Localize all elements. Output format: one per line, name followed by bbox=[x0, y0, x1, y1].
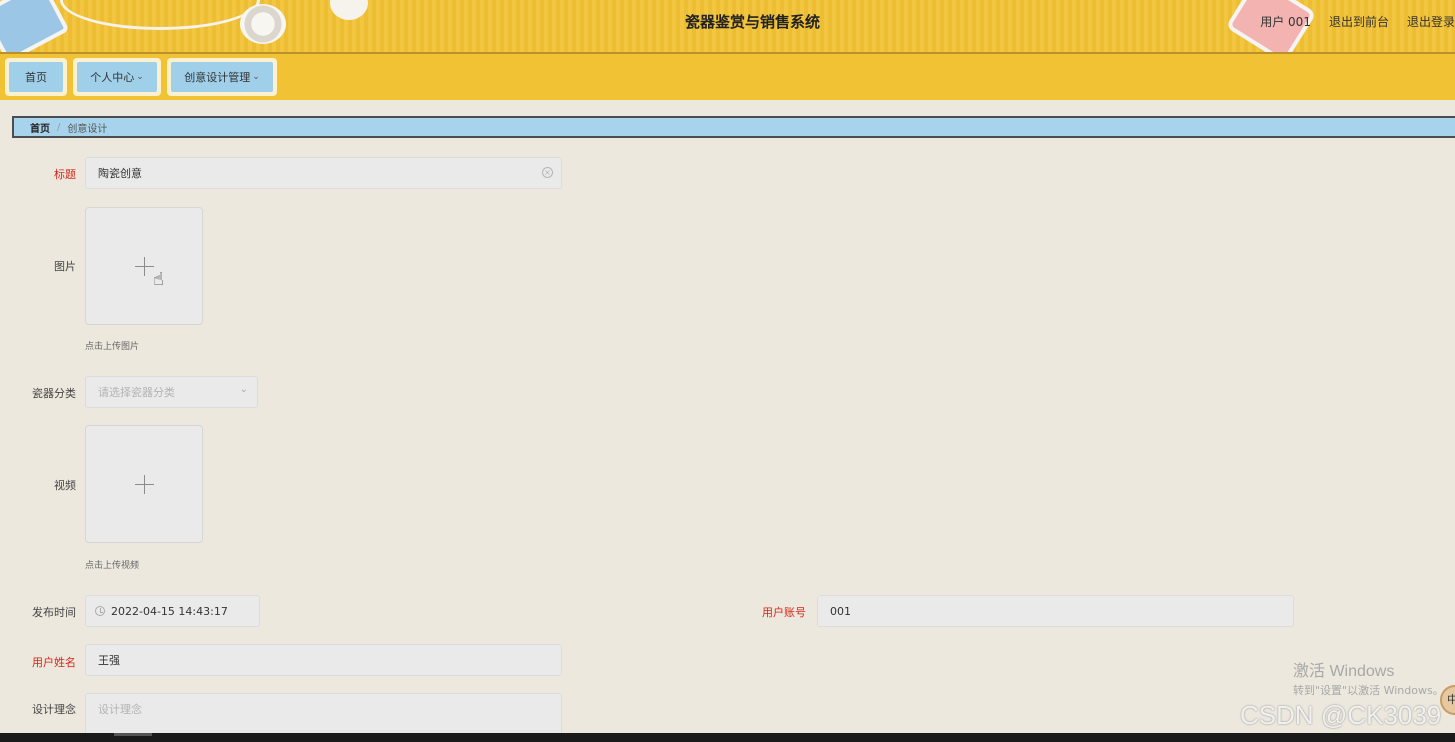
scrollbar-thumb[interactable] bbox=[114, 733, 152, 736]
publish-time-value: 2022-04-15 14:43:17 bbox=[111, 604, 228, 618]
category-label: 瓷器分类 bbox=[32, 387, 76, 400]
windows-activation-title: 激活 Windows bbox=[1293, 663, 1395, 680]
video-upload-tip: 点击上传视频 bbox=[85, 561, 140, 571]
windows-activation-subtitle: 转到"设置"以激活 Windows。 bbox=[1293, 684, 1444, 697]
site-title: 瓷器鉴赏与销售系统 bbox=[684, 13, 820, 31]
video-label: 视频 bbox=[54, 479, 76, 492]
breadcrumb-home[interactable]: 首页 bbox=[30, 120, 50, 135]
clear-icon[interactable]: × bbox=[542, 167, 553, 178]
category-select[interactable]: 请选择瓷器分类 ⌄ bbox=[85, 376, 258, 408]
nav-item-design-management[interactable]: 创意设计管理 ⌄ bbox=[167, 58, 277, 96]
hand-cursor-icon: ☝ bbox=[153, 269, 164, 290]
user-account-value: 001 bbox=[830, 604, 851, 618]
design-concept-label: 设计理念 bbox=[32, 703, 76, 716]
design-concept-textarea[interactable]: 设计理念 bbox=[85, 693, 562, 735]
title-value: 陶瓷创意 bbox=[98, 167, 142, 180]
user-name-label: 用户姓名 bbox=[32, 656, 76, 669]
chevron-down-icon: ⌄ bbox=[239, 384, 248, 395]
title-input[interactable]: 陶瓷创意 × bbox=[85, 157, 562, 189]
publish-time-label: 发布时间 bbox=[32, 606, 76, 619]
chevron-down-icon: ⌄ bbox=[252, 72, 260, 82]
csdn-watermark: CSDN @CK3039 bbox=[1240, 700, 1442, 730]
image-upload-button[interactable]: ☝ bbox=[85, 207, 203, 325]
nav-item-label: 首页 bbox=[25, 71, 47, 84]
category-placeholder: 请选择瓷器分类 bbox=[98, 386, 175, 399]
user-name-value: 王强 bbox=[98, 654, 120, 667]
nav-item-home[interactable]: 首页 bbox=[5, 58, 67, 96]
design-concept-placeholder: 设计理念 bbox=[98, 703, 142, 716]
bottom-scrollbar[interactable] bbox=[0, 733, 1455, 742]
image-label: 图片 bbox=[54, 260, 76, 273]
user-name-link[interactable]: 用户 001 bbox=[1260, 13, 1311, 30]
user-links: 用户 001 退出到前台 退出登录 bbox=[1260, 13, 1455, 30]
user-name-input[interactable]: 王强 bbox=[85, 644, 562, 676]
logout-link[interactable]: 退出登录 bbox=[1407, 13, 1455, 30]
user-account-label: 用户账号 bbox=[762, 606, 806, 619]
video-upload-button[interactable] bbox=[85, 425, 203, 543]
publish-time-picker[interactable]: 2022-04-15 14:43:17 bbox=[85, 595, 260, 627]
breadcrumb-current: 创意设计 bbox=[67, 123, 108, 135]
title-label: 标题 bbox=[54, 168, 76, 181]
chevron-down-icon: ⌄ bbox=[136, 72, 144, 82]
back-to-front-link[interactable]: 退出到前台 bbox=[1329, 13, 1389, 30]
user-account-input[interactable]: 001 bbox=[817, 595, 1294, 627]
breadcrumb: 首页 / 创意设计 bbox=[12, 116, 1455, 138]
breadcrumb-separator: / bbox=[57, 121, 61, 133]
nav-item-personal-center[interactable]: 个人中心 ⌄ bbox=[73, 58, 161, 96]
plus-icon bbox=[135, 257, 154, 276]
plus-icon bbox=[135, 475, 154, 494]
nav-item-label: 创意设计管理 bbox=[184, 71, 251, 84]
windows-activation-watermark: 激活 Windows 转到"设置"以激活 Windows。 bbox=[1293, 657, 1444, 698]
nav-item-label: 个人中心 bbox=[90, 71, 135, 84]
clock-icon bbox=[95, 606, 105, 616]
main-nav: 首页 个人中心 ⌄ 创意设计管理 ⌄ bbox=[0, 54, 1455, 100]
image-upload-tip: 点击上传图片 bbox=[85, 342, 140, 352]
top-header: 瓷器鉴赏与销售系统 用户 001 退出到前台 退出登录 bbox=[0, 0, 1455, 54]
